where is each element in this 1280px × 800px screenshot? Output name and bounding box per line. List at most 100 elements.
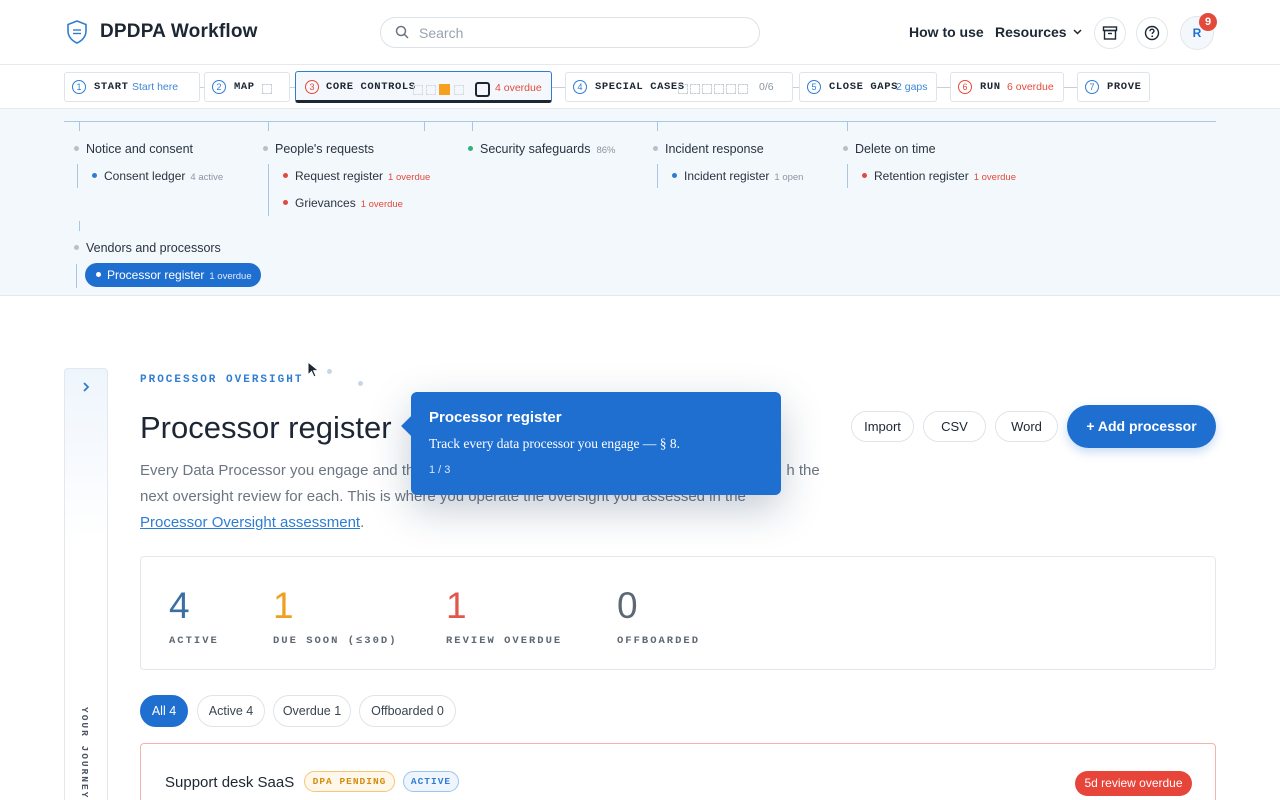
shield-logo-icon [67,20,87,44]
status-dot [843,146,848,151]
group-peoples-requests[interactable]: People's requests [263,142,374,156]
onboarding-tooltip[interactable]: Processor register Track every data proc… [401,392,781,495]
progress-cell-warning [439,84,450,95]
help-icon [1144,25,1160,41]
control-processor-register[interactable]: Processor register 1 overdue [85,263,261,287]
progress-cell [454,85,464,95]
journey-sidebar[interactable]: YOUR JOURNEY [64,368,108,800]
control-meta: 1 open [774,172,804,183]
group-label: Notice and consent [86,142,194,156]
step-number: 1 [72,80,86,94]
status-dot [672,173,677,178]
control-retention-register[interactable]: Retention register 1 overdue [862,169,1016,183]
tooltip-body: Track every data processor you engage — … [429,436,681,451]
stat-review-overdue: 1 REVIEW OVERDUE [446,585,562,647]
tooltip-title: Processor register [429,409,562,426]
status-badge: ACTIVE [403,771,459,792]
group-delete-on-time[interactable]: Delete on time [843,142,936,156]
tree-line [657,164,658,188]
group-label: Security safeguards [480,142,591,156]
control-consent-ledger[interactable]: Consent ledger 4 active [92,169,223,183]
tree-line [76,264,77,288]
progress-cell [738,84,748,94]
group-vendors-processors[interactable]: Vendors and processors [74,241,221,255]
filter-all[interactable]: All 4 [140,695,188,727]
control-label: Grievances [295,196,356,210]
archive-icon [1102,26,1118,40]
page-title: Processor register [140,410,392,445]
tour-decor-dot [327,369,332,374]
how-to-use-link[interactable]: How to use [909,24,984,40]
mouse-cursor-icon [307,361,320,378]
status-dot [283,173,288,178]
import-button[interactable]: Import [851,411,914,442]
filter-offboarded[interactable]: Offboarded 0 [359,695,456,727]
control-incident-register[interactable]: Incident register 1 open [672,169,803,183]
progress-cell [262,84,272,94]
search-input[interactable] [419,24,739,42]
panel-divider [64,121,1216,122]
tree-line [77,164,78,188]
review-overdue-badge: 5d review overdue [1075,771,1192,796]
resources-menu[interactable]: Resources [995,24,1082,40]
step-label: RUN [980,81,1001,93]
control-meta: 1 overdue [360,199,403,210]
step-label: PROVE [1107,81,1142,93]
stat-offboarded: 0 OFFBOARDED [617,585,700,647]
step-number: 6 [958,80,972,94]
resources-label: Resources [995,24,1067,40]
stat-value: 1 [273,585,294,626]
status-dot [862,173,867,178]
step-number: 2 [212,80,226,94]
notification-badge: 9 [1199,13,1217,31]
page-eyebrow: PROCESSOR OVERSIGHT [140,374,304,386]
group-label: Vendors and processors [86,241,221,255]
progress-cell [690,84,700,94]
status-dot [468,146,473,151]
stat-label: ACTIVE [169,635,219,647]
current-item-marker [475,82,490,97]
processor-row[interactable]: Support desk SaaS DPA PENDING ACTIVE 5d … [140,743,1216,800]
word-button[interactable]: Word [995,411,1058,442]
step-prove[interactable]: 7 PROVE [1077,72,1150,102]
control-label: Incident register [684,169,770,183]
desc-text-1: Every Data Processor you engage and th [140,462,415,479]
step-number: 7 [1085,80,1099,94]
step-status: Start here [132,81,179,93]
progress-cell [726,84,736,94]
filter-overdue[interactable]: Overdue 1 [273,695,351,727]
stat-value: 4 [169,585,190,626]
step-number: 5 [807,80,821,94]
step-core-controls[interactable]: 3 CORE CONTROLS 4 overdue [295,71,552,103]
control-label: Consent ledger [104,169,186,183]
processor-name: Support desk SaaS [165,774,295,791]
group-notice-consent[interactable]: Notice and consent [74,142,193,156]
progress-cell [702,84,712,94]
group-incident-response[interactable]: Incident response [653,142,764,156]
add-processor-button[interactable]: + Add processor [1067,405,1216,448]
assessment-link[interactable]: Processor Oversight assessment [140,514,360,531]
tree-tick [268,121,269,131]
search-box[interactable] [380,17,760,48]
stat-value: 0 [617,585,638,626]
filter-active[interactable]: Active 4 [197,695,265,727]
tour-decor-dot [358,381,363,386]
step-special-cases[interactable]: 4 SPECIAL CASES 0/6 [565,72,793,102]
status-dot [92,173,97,178]
step-start[interactable]: 1 START Start here [64,72,200,102]
step-map[interactable]: 2 MAP [204,72,290,102]
journey-label: YOUR JOURNEY [79,707,90,800]
step-close-gaps[interactable]: 5 CLOSE GAPS 2 gaps [799,72,937,102]
control-grievances[interactable]: Grievances 1 overdue [283,196,403,210]
status-dot [74,146,79,151]
top-header: DPDPA Workflow How to use Resources R 9 [0,0,1280,65]
step-run[interactable]: 6 RUN 6 overdue [950,72,1064,102]
tree-line [79,221,80,231]
stats-card: 4 ACTIVE 1 DUE SOON (≤30D) 1 REVIEW OVER… [140,556,1216,670]
group-security-safeguards[interactable]: Security safeguards 86% [468,142,616,156]
csv-button[interactable]: CSV [923,411,986,442]
control-request-register[interactable]: Request register 1 overdue [283,169,430,183]
help-button[interactable] [1136,17,1168,49]
archive-button[interactable] [1094,17,1126,49]
brand-name[interactable]: DPDPA Workflow [100,21,258,43]
